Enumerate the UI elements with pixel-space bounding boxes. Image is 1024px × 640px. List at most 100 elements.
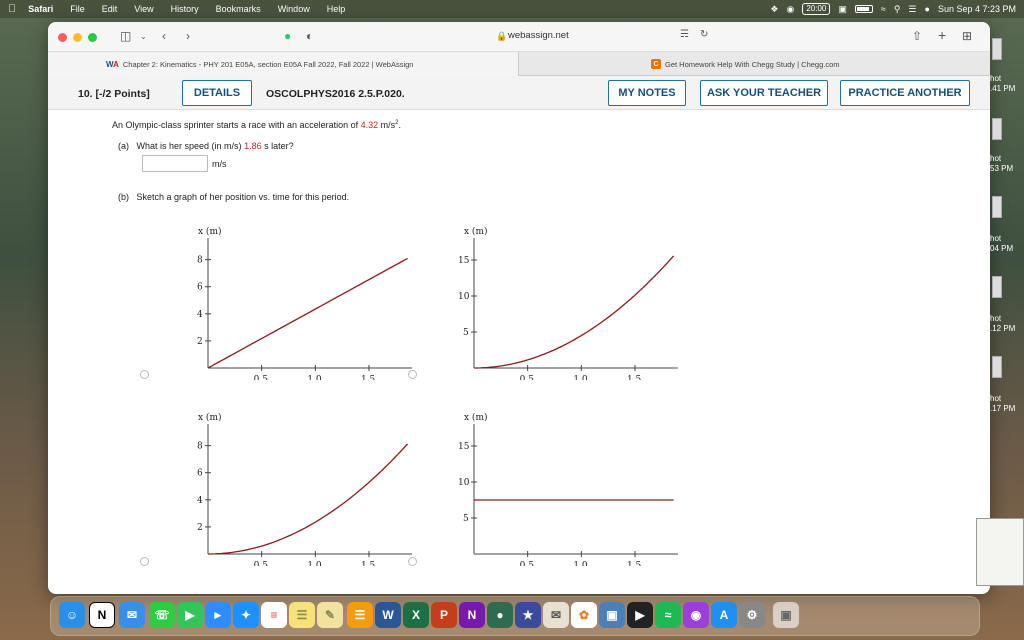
reminders-icon[interactable]: ≡ [261,602,287,628]
wifi-icon[interactable]: ≈ [881,4,886,14]
onenote-icon[interactable]: N [459,602,485,628]
app-store-icon[interactable]: A [711,602,737,628]
trash-icon[interactable]: ▣ [773,602,799,628]
new-tab-icon[interactable]: + [938,27,946,43]
desktop-screenshot-label[interactable]: hot .12 PM [990,314,1015,334]
globe-icon[interactable]: ● [487,602,513,628]
minimize-window-button[interactable] [73,33,82,42]
spotify-icon[interactable]: ≈ [655,602,681,628]
finder-icon[interactable]: ☺ [59,602,85,628]
x-tick-label: 0.5 [520,561,535,566]
stickies-icon[interactable]: ✎ [317,602,343,628]
x-tick-label: 1.0 [307,561,322,566]
powerpoint-icon[interactable]: P [431,602,457,628]
y-tick-label: 2 [197,523,203,533]
browser-toolbar: ◫ ⌄ ‹ › ● ◐ 🔒 webassign.net ☴ ↻ ⇧ + ⊞ [48,22,990,52]
zoom-window-button[interactable] [88,33,97,42]
desktop-screenshot-thumb[interactable] [992,276,1002,298]
sidebar-icon[interactable]: ◫ [120,29,131,43]
practice-another-button[interactable]: PRACTICE ANOTHER [840,80,970,106]
menu-app[interactable]: Safari [28,4,53,14]
my-notes-button[interactable]: MY NOTES [608,80,686,106]
system-preferences-icon[interactable]: ⚙ [739,602,765,628]
part-b-text: (b) Sketch a graph of her position vs. t… [118,192,350,202]
dock: ☺ N ✉ ☏ ▶ ► ✦ ≡ ☰ ✎ ☰ W X P N ● ★ ✉ ✿ ▣ … [50,596,980,636]
x-tick-label: 1.0 [307,375,322,380]
menu-bar:  Safari File Edit View History Bookmark… [0,0,1024,18]
position-curve [474,255,675,369]
y-tick-label: 8 [197,256,203,266]
chevron-down-icon[interactable]: ⌄ [140,32,147,41]
position-curve [208,443,409,555]
word-icon[interactable]: W [375,602,401,628]
close-window-button[interactable] [58,33,67,42]
y-tick-label: 5 [463,328,469,338]
question-number: 10. [-/2 Points] [78,88,150,100]
forward-icon[interactable]: › [186,29,190,43]
facetime-icon[interactable]: ▶ [177,602,203,628]
tab-chegg[interactable]: C Get Homework Help With Chegg Study | C… [518,52,990,76]
desktop-screenshot-thumb[interactable] [992,196,1002,218]
apple-icon[interactable]:  [8,3,16,15]
share-icon[interactable]: ⇧ [912,29,922,43]
podcasts-icon[interactable]: ◉ [683,602,709,628]
menu-bookmarks[interactable]: Bookmarks [216,4,261,14]
tab-webassign[interactable]: WA Chapter 2: Kinematics - PHY 201 E05A,… [48,52,518,76]
x-tick-label: 0.5 [254,375,269,380]
imovie-icon[interactable]: ★ [515,602,541,628]
messenger-icon[interactable]: ✉ [119,602,145,628]
screen-record-icon[interactable]: ◉ [786,4,794,15]
back-icon[interactable]: ‹ [162,29,166,43]
siri-icon[interactable]: ● [925,4,930,14]
menu-history[interactable]: History [171,4,199,14]
desktop-document-preview[interactable] [976,518,1024,586]
desktop-screenshot-label[interactable]: hot 04 PM [990,234,1013,254]
desktop-screenshot-thumb[interactable] [992,38,1002,60]
menu-view[interactable]: View [134,4,153,14]
answer-unit: m/s [212,159,227,169]
y-tick-label: 8 [197,442,203,452]
graph-option-1: x (m)t (s)0.51.01.52.02468 [197,226,412,380]
display-icon[interactable]: ▣ [838,4,847,15]
tab-bar: WA Chapter 2: Kinematics - PHY 201 E05A,… [48,52,990,76]
menu-help[interactable]: Help [327,4,346,14]
tab-overview-icon[interactable]: ⊞ [962,29,972,43]
preview-icon[interactable]: ✉ [543,602,569,628]
grammarly-icon[interactable]: ● [284,29,291,43]
translate-icon[interactable]: ☴ [680,29,689,40]
desktop-screenshot-thumb[interactable] [992,118,1002,140]
battery-icon[interactable] [854,5,873,13]
menu-window[interactable]: Window [278,4,310,14]
desktop-screenshot-label[interactable]: hot .17 PM [990,394,1015,414]
safari-icon[interactable]: ✦ [233,602,259,628]
speed-answer-input[interactable] [142,155,208,172]
dropbox-icon[interactable]: ❖ [770,4,778,15]
notion-icon[interactable]: N [89,602,115,628]
desktop-screenshot-label[interactable]: hot .41 PM [990,74,1015,94]
menubar-datetime[interactable]: Sun Sep 4 7:23 PM [938,4,1016,14]
question-header: 10. [-/2 Points] DETAILS OSCOLPHYS2016 2… [48,76,990,110]
spotlight-icon[interactable]: ⚲ [894,4,901,15]
whatsapp-icon[interactable]: ☏ [149,602,175,628]
privacy-shield-icon[interactable]: ◐ [306,29,313,43]
y-tick-label: 10 [458,292,470,302]
tab-chegg-title: Get Homework Help With Chegg Study | Che… [665,59,840,69]
menu-file[interactable]: File [70,4,85,14]
photos-icon[interactable]: ✿ [571,602,597,628]
notes-icon[interactable]: ☰ [289,602,315,628]
excel-icon[interactable]: X [403,602,429,628]
image-capture-icon[interactable]: ▣ [599,602,625,628]
ask-teacher-button[interactable]: ASK YOUR TEACHER [700,80,828,106]
details-button[interactable]: DETAILS [182,80,252,106]
books-icon[interactable]: ☰ [347,602,373,628]
final-cut-icon[interactable]: ▶ [627,602,653,628]
desktop-screenshot-thumb[interactable] [992,356,1002,378]
address-bar[interactable]: webassign.net [508,30,569,41]
reload-icon[interactable]: ↻ [700,29,708,40]
control-center-icon[interactable]: ☰ [908,4,916,15]
zoom-icon[interactable]: ► [205,602,231,628]
desktop-screenshot-label[interactable]: hot 53 PM [990,154,1013,174]
question-prompt: An Olympic-class sprinter starts a race … [112,120,401,130]
menu-edit[interactable]: Edit [102,4,118,14]
timer-box[interactable]: 20:00 [802,3,831,15]
